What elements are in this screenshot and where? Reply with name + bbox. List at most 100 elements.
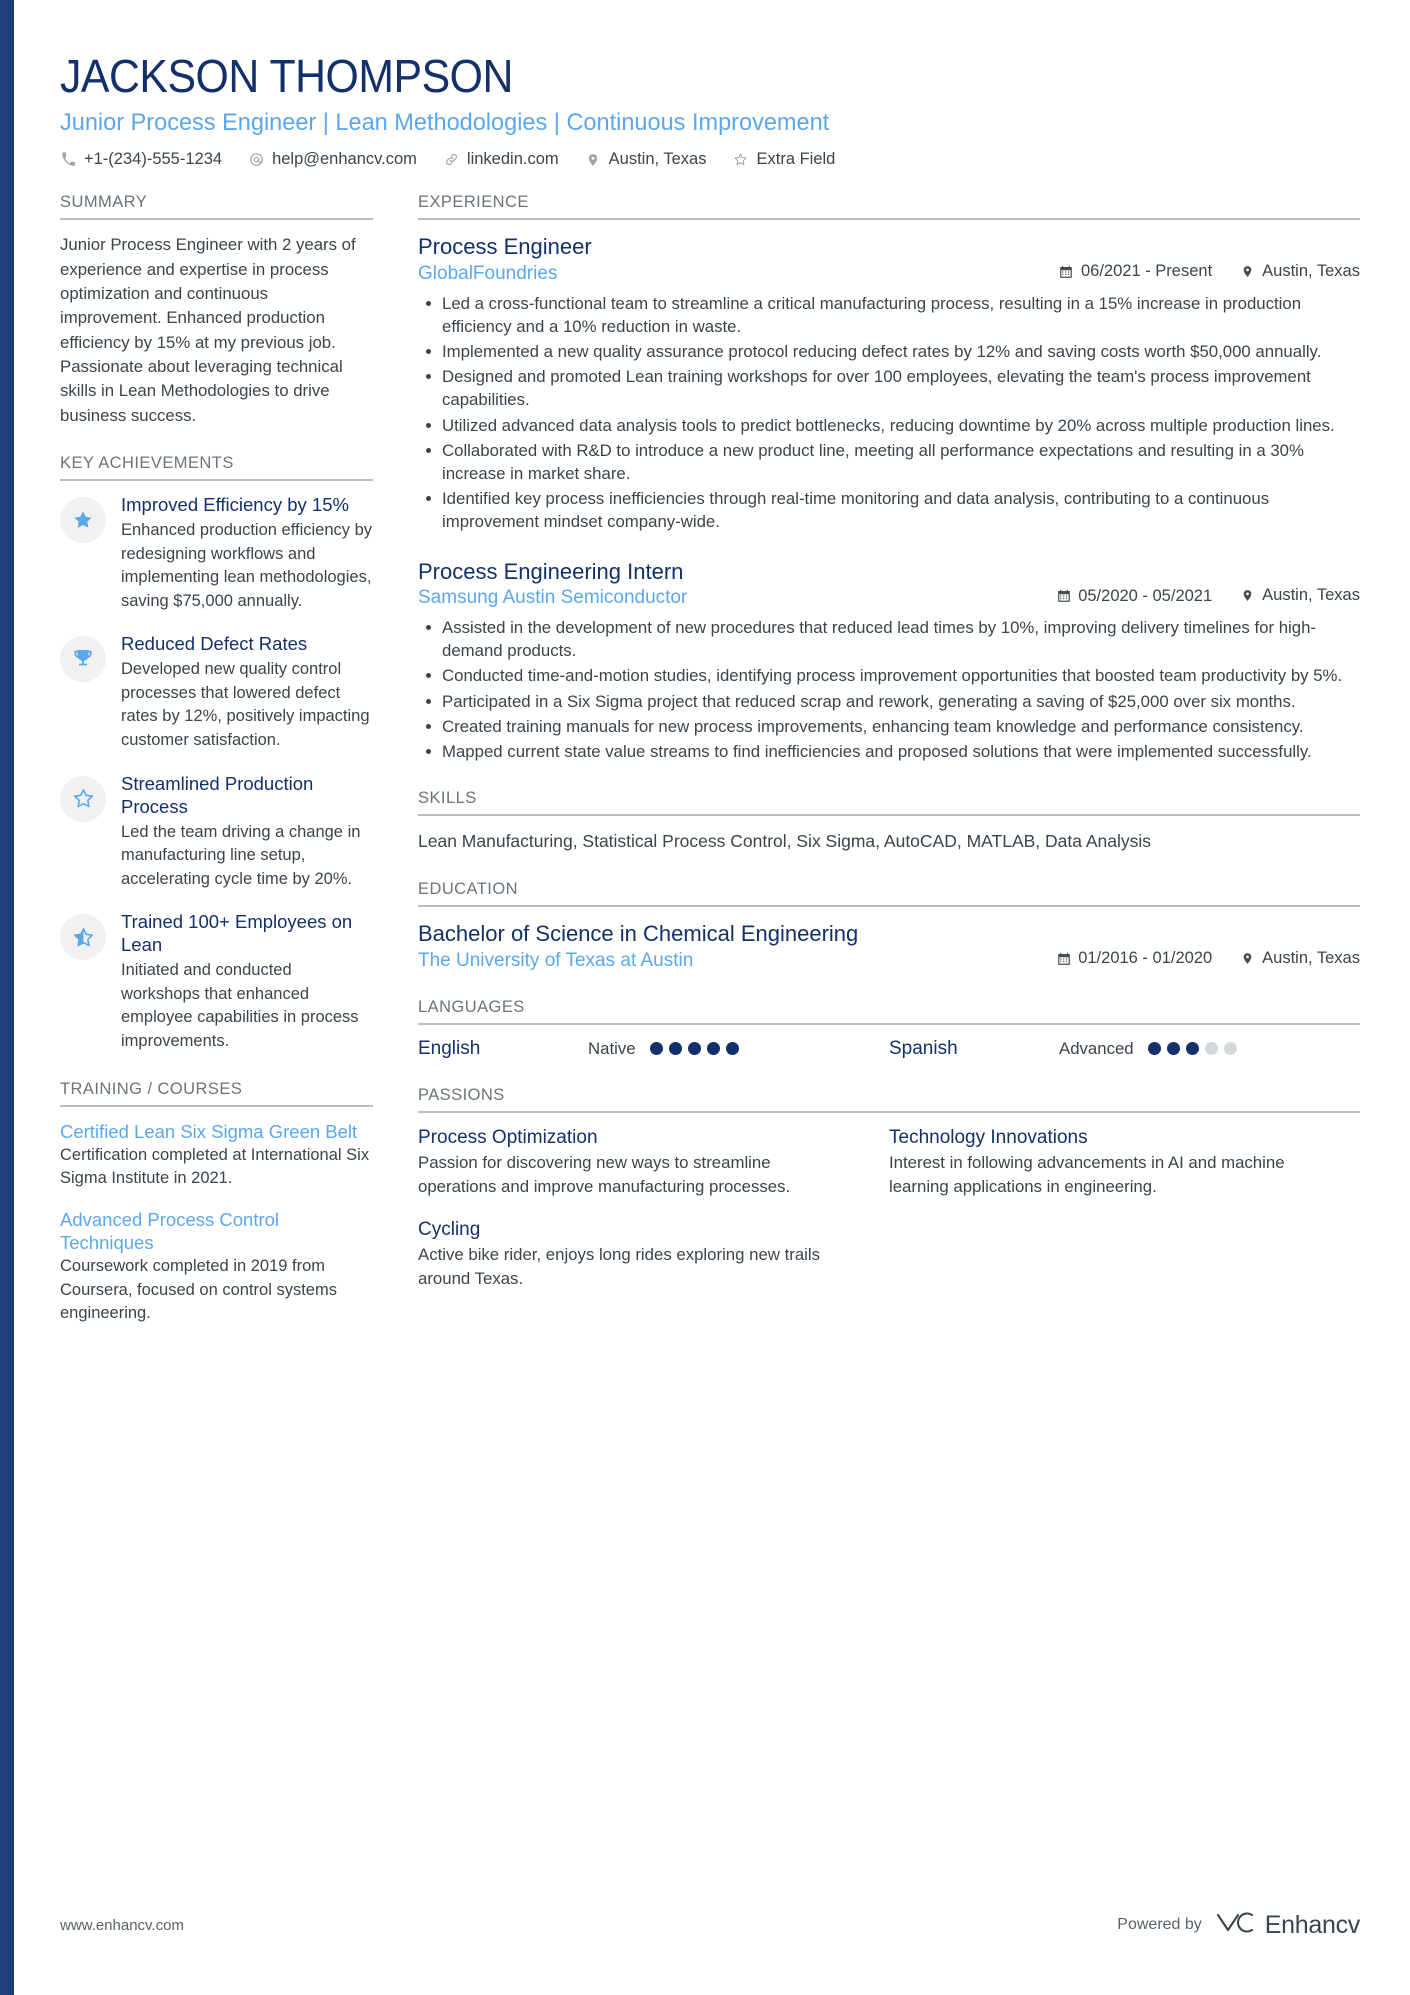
job-role: Process Engineering Intern [418, 558, 684, 584]
passion-item: Technology Innovations Interest in follo… [889, 1126, 1360, 1198]
resume-page: JACKSON THOMPSON Junior Process Engineer… [0, 0, 1410, 1995]
language-rating-dots [649, 1042, 739, 1056]
section-education: EDUCATION Bachelor of Science in Chemica… [418, 880, 1360, 972]
resume-header: JACKSON THOMPSON Junior Process Engineer… [60, 51, 1360, 169]
education-school: The University of Texas at Austin [418, 949, 694, 971]
achievement-description: Enhanced production efficiency by redesi… [121, 520, 373, 610]
section-passions: PASSIONS Process Optimization Passion fo… [418, 1086, 1360, 1311]
resume-footer: www.enhancv.com Powered by Enhancv [0, 1909, 1410, 1941]
job-location-text: Austin, Texas [1262, 586, 1360, 605]
star-outline-icon [732, 152, 749, 167]
job-bullet: Conducted time-and-motion studies, ident… [418, 664, 1360, 687]
job-location: Austin, Texas [1240, 262, 1360, 281]
language-name: English [418, 1037, 481, 1059]
achievement-description: Led the team driving a change in manufac… [121, 822, 361, 888]
job-company: GlobalFoundries [418, 262, 558, 284]
education-dates: 01/2016 - 01/2020 [1056, 949, 1212, 968]
contact-linkedin[interactable]: linkedin.com [443, 150, 559, 169]
languages-grid: English Native Spanish Advanced [418, 1038, 1360, 1060]
education-divider [418, 905, 1360, 908]
education-meta-row: The University of Texas at Austin 01/201… [418, 949, 1360, 972]
skills-divider [418, 814, 1360, 817]
sidebar-column: SUMMARY Junior Process Engineer with 2 y… [60, 193, 373, 1352]
phone-icon [60, 152, 77, 167]
job-bullet: Mapped current state value streams to fi… [418, 740, 1360, 763]
location-pin-icon [1240, 588, 1255, 603]
job-role: Process Engineer [418, 234, 592, 260]
enhancv-logo-icon [1214, 1909, 1256, 1941]
rating-dot-filled [668, 1042, 682, 1056]
contact-location-text: Austin, Texas [608, 150, 707, 169]
contact-extra-field: Extra Field [732, 150, 835, 169]
calendar-icon [1056, 589, 1071, 603]
job-bullet: Designed and promoted Lean training work… [418, 365, 1360, 411]
job-dates-text: 06/2021 - Present [1080, 262, 1213, 281]
passions-grid: Process Optimization Passion for discove… [418, 1126, 1360, 1311]
location-pin-icon [1240, 951, 1255, 966]
training-heading: TRAINING / COURSES [60, 1079, 243, 1098]
key-achievements-divider [60, 479, 373, 482]
passion-item: Process Optimization Passion for discove… [418, 1126, 889, 1198]
resume-content: JACKSON THOMPSON Junior Process Engineer… [0, 0, 1410, 1352]
job-dates: 05/2020 - 05/2021 [1056, 587, 1212, 606]
job-bullet: Collaborated with R&D to introduce a new… [418, 439, 1360, 485]
contact-row: +1-(234)-555-1234 help@enhancv.com linke… [60, 150, 1360, 169]
education-heading: EDUCATION [418, 880, 518, 899]
course-title: Advanced Process Control Techniques [60, 1208, 280, 1254]
summary-heading: SUMMARY [60, 193, 148, 212]
language-name: Spanish [889, 1037, 958, 1059]
location-pin-icon [585, 152, 602, 168]
passion-description: Active bike rider, enjoys long rides exp… [418, 1245, 821, 1288]
passion-item: Cycling Active bike rider, enjoys long r… [418, 1218, 889, 1290]
rating-dot-filled [687, 1042, 701, 1056]
skills-text: Lean Manufacturing, Statistical Process … [418, 831, 1152, 852]
experience-heading: EXPERIENCE [418, 193, 529, 212]
achievement-description: Initiated and conducted workshops that e… [121, 961, 359, 1050]
passion-title: Process Optimization [418, 1126, 598, 1148]
training-divider [60, 1104, 373, 1107]
star-filled-icon [60, 497, 106, 544]
language-item: English Native [418, 1038, 889, 1060]
passion-description: Passion for discovering new ways to stre… [418, 1152, 791, 1196]
language-level: Advanced [1059, 1038, 1134, 1058]
language-level: Native [588, 1038, 636, 1058]
main-column: EXPERIENCE Process Engineer GlobalFoundr… [418, 193, 1360, 1337]
achievement-title: Streamlined Production Process [121, 772, 314, 817]
education-location: Austin, Texas [1240, 949, 1360, 968]
language-item: Spanish Advanced [889, 1038, 1360, 1060]
calendar-icon [1059, 265, 1074, 279]
passion-title: Technology Innovations [889, 1126, 1088, 1148]
contact-email: help@enhancv.com [248, 150, 417, 169]
course-title: Certified Lean Six Sigma Green Belt [60, 1120, 358, 1142]
achievement-title: Improved Efficiency by 15% [121, 494, 349, 516]
achievement-item: Reduced Defect Rates Developed new quali… [60, 633, 373, 752]
job-bullet: Implemented a new quality assurance prot… [418, 340, 1360, 363]
rating-dot-filled [706, 1042, 720, 1056]
contact-linkedin-text: linkedin.com [466, 150, 559, 169]
enhancv-wordmark: Enhancv [1264, 1910, 1361, 1939]
job-entry: Process Engineer GlobalFoundries 06/2021… [418, 233, 1360, 533]
email-icon [248, 152, 265, 167]
contact-phone: +1-(234)-555-1234 [60, 150, 222, 169]
contact-phone-text: +1-(234)-555-1234 [84, 150, 223, 169]
course-description: Coursework completed in 2019 from Course… [60, 1257, 337, 1323]
key-achievements-heading: KEY ACHIEVEMENTS [60, 454, 234, 473]
footer-url[interactable]: www.enhancv.com [60, 1917, 184, 1934]
section-summary: SUMMARY Junior Process Engineer with 2 y… [60, 193, 373, 428]
job-dates: 06/2021 - Present [1059, 262, 1212, 281]
achievement-description: Developed new quality control processes … [121, 660, 370, 750]
job-bullet: Identified key process inefficiencies th… [418, 487, 1360, 533]
languages-heading: LANGUAGES [418, 997, 525, 1016]
job-bullet: Assisted in the development of new proce… [418, 616, 1360, 662]
passion-description: Interest in following advancements in AI… [889, 1152, 1285, 1196]
section-training-courses: TRAINING / COURSES Certified Lean Six Si… [60, 1080, 373, 1326]
skills-heading: SKILLS [418, 789, 477, 808]
job-bullet: Utilized advanced data analysis tools to… [418, 414, 1360, 437]
contact-extra-field-text: Extra Field [756, 150, 836, 169]
achievement-item: Trained 100+ Employees on Lean Initiated… [60, 911, 373, 1053]
passion-title: Cycling [418, 1219, 481, 1241]
job-meta-row: Samsung Austin Semiconductor 05/2020 - 0… [418, 586, 1360, 609]
section-key-achievements: KEY ACHIEVEMENTS Improved Efficiency by … [60, 454, 373, 1054]
trophy-icon [60, 636, 106, 683]
enhancv-brand: Enhancv [1214, 1909, 1360, 1941]
